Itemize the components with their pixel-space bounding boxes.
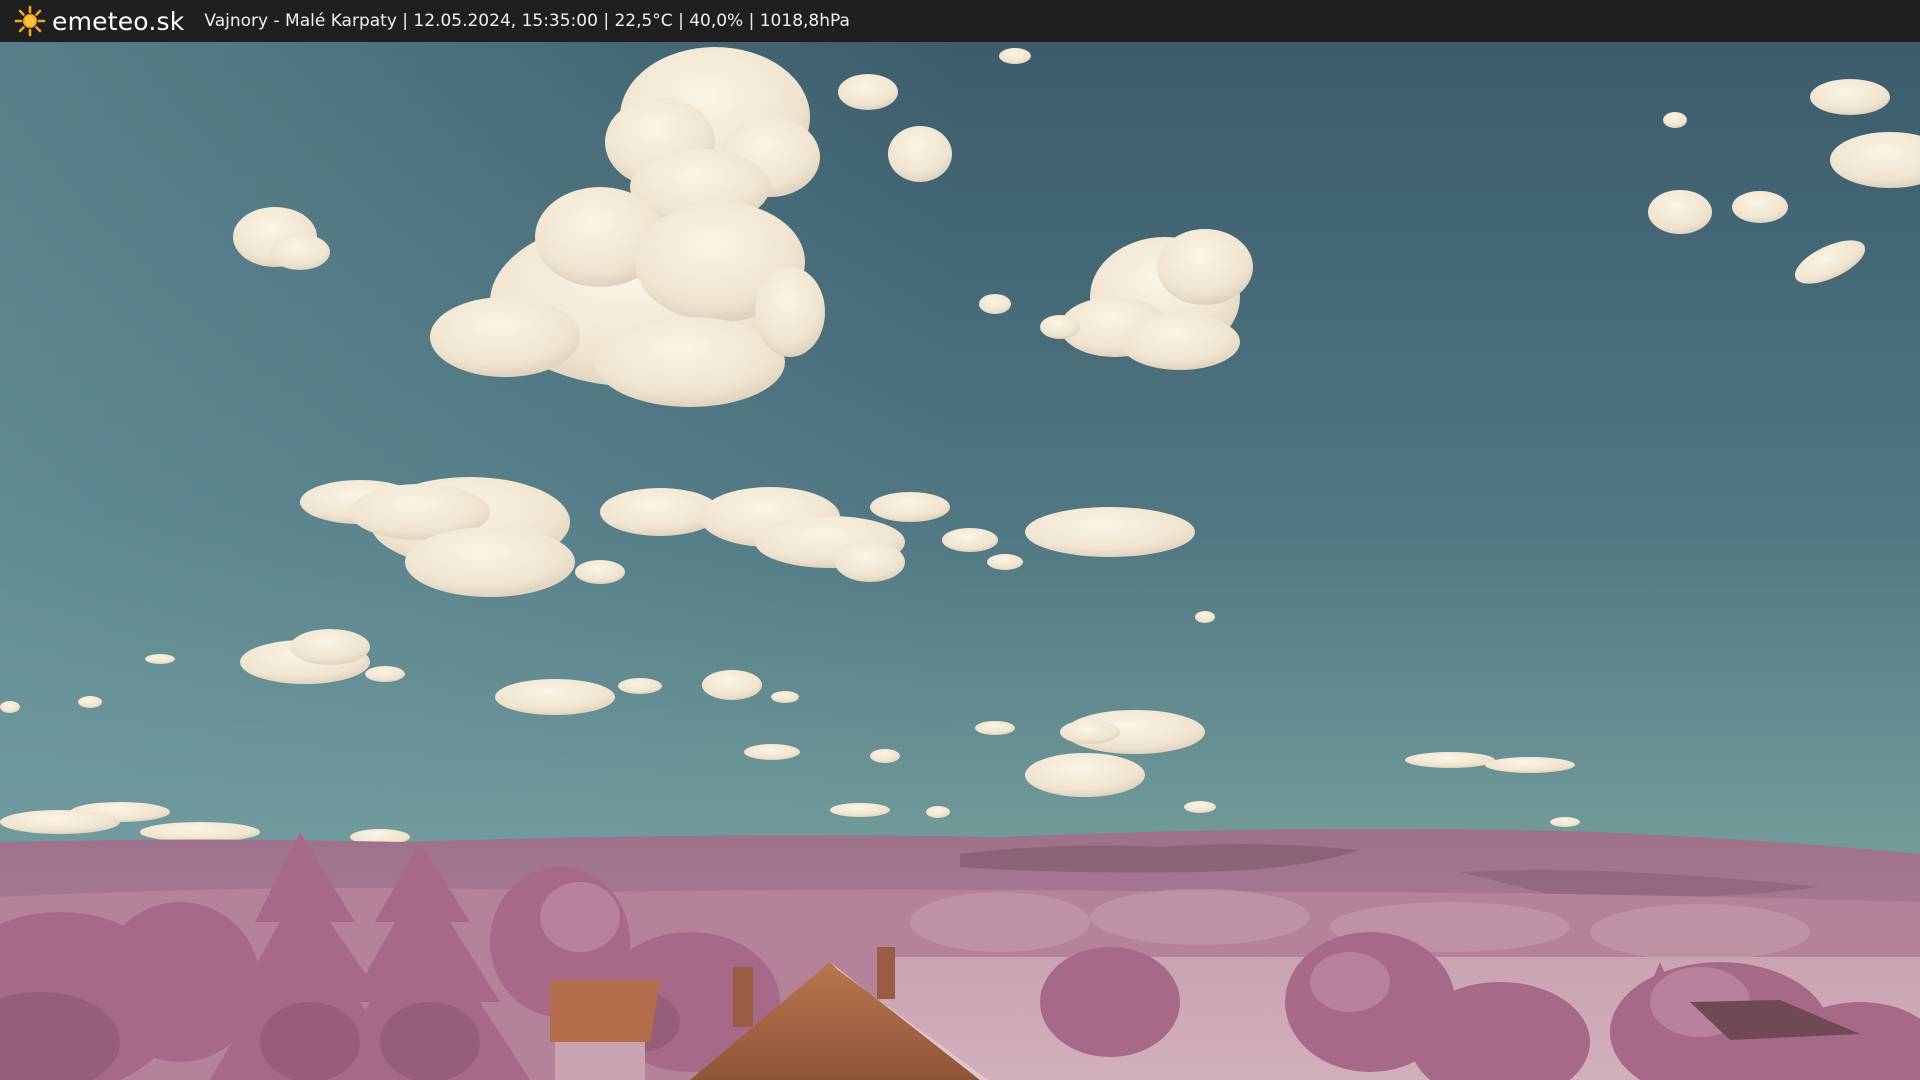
top-bar: emeteo.sk Vajnory - Malé Karpaty | 12.05… [0, 0, 1920, 42]
brand-name: emeteo.sk [52, 6, 185, 36]
webcam-image [0, 42, 1920, 1080]
brand[interactable]: emeteo.sk [14, 5, 184, 37]
sun-icon [14, 5, 46, 37]
roof-left [550, 980, 660, 1080]
station-info: Vajnory - Malé Karpaty | 12.05.2024, 15:… [204, 11, 850, 31]
